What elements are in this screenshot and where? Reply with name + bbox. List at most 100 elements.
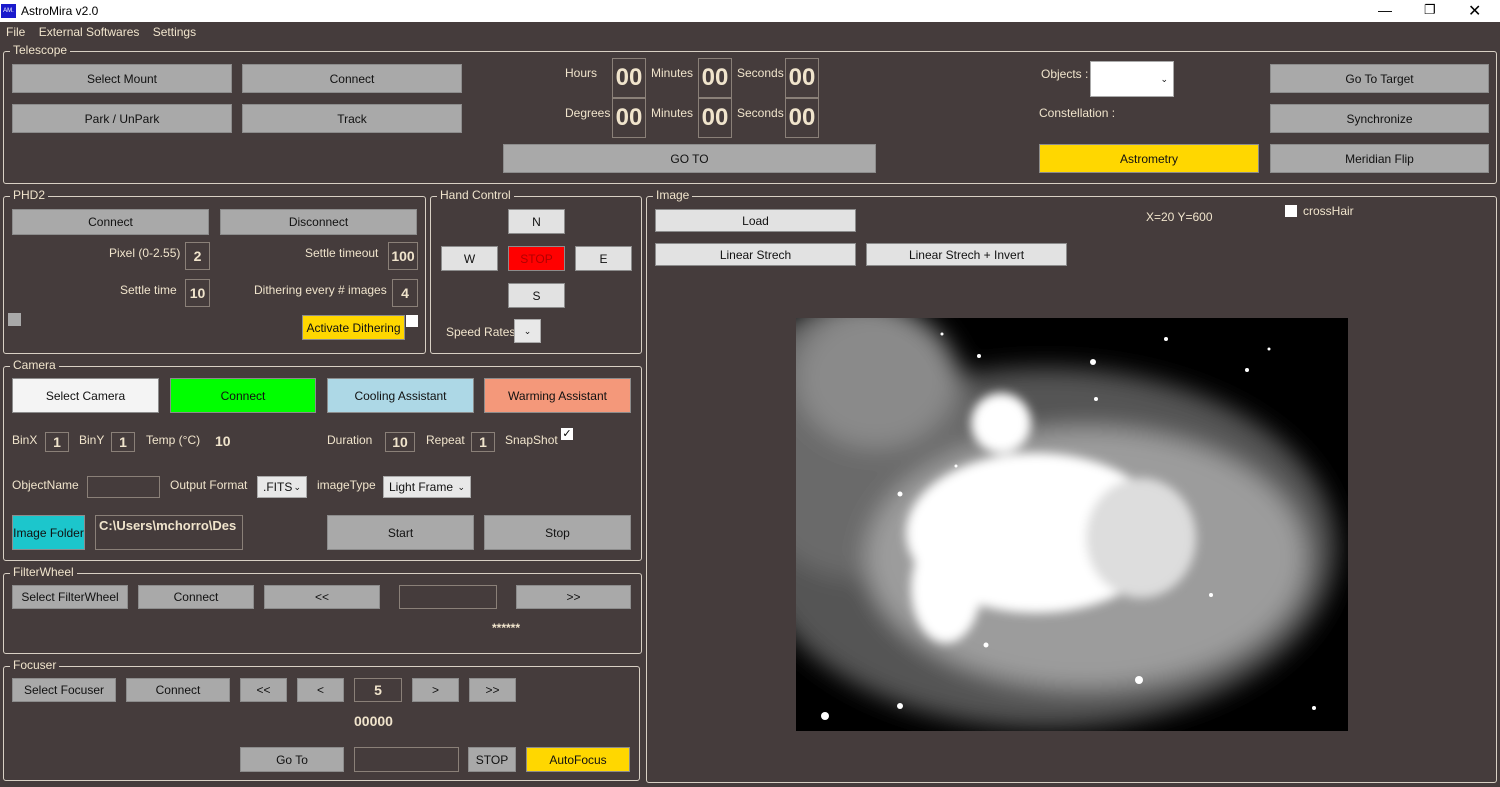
- ra-minutes[interactable]: 00: [698, 58, 732, 98]
- ra-seconds[interactable]: 00: [785, 58, 819, 98]
- binx-label: BinX: [12, 433, 38, 447]
- chevron-down-icon: ⌄: [457, 481, 465, 492]
- activate-dithering-checkbox[interactable]: [406, 315, 418, 327]
- menu-bar: File External Softwares Settings: [0, 22, 1500, 42]
- linear-stretch-invert-button[interactable]: Linear Strech + Invert: [866, 243, 1067, 266]
- image-folder-button[interactable]: Image Folder: [12, 515, 85, 550]
- phd2-connect-button[interactable]: Connect: [12, 209, 209, 235]
- image-type-value: Light Frame: [389, 480, 454, 494]
- camera-start-button[interactable]: Start: [327, 515, 474, 550]
- filterwheel-connect-button[interactable]: Connect: [138, 585, 254, 609]
- select-filterwheel-button[interactable]: Select FilterWheel: [12, 585, 128, 609]
- crosshair-label: crossHair: [1303, 204, 1354, 218]
- objects-label: Objects :: [1041, 67, 1089, 81]
- stop-button[interactable]: STOP: [508, 246, 565, 271]
- north-button[interactable]: N: [508, 209, 565, 234]
- image-folder-path: C:\Users\mchorro\Des: [95, 515, 243, 550]
- linear-stretch-button[interactable]: Linear Strech: [655, 243, 856, 266]
- ra-seconds-label: Seconds: [737, 66, 784, 80]
- filter-previous-button[interactable]: <<: [264, 585, 380, 609]
- biny-label: BinY: [79, 433, 105, 447]
- focuser-in-button[interactable]: <: [297, 678, 344, 702]
- menu-external-softwares[interactable]: External Softwares: [39, 25, 140, 39]
- chevron-down-icon: ⌄: [1160, 73, 1168, 84]
- repeat-input[interactable]: 1: [471, 432, 495, 452]
- image-type-label: imageType: [317, 478, 376, 492]
- east-button[interactable]: E: [575, 246, 632, 271]
- meridian-flip-button[interactable]: Meridian Flip: [1270, 144, 1489, 173]
- title-bar: AM. AstroMira v2.0 — ❐ ✕: [0, 0, 1500, 22]
- speed-rates-select[interactable]: ⌄: [514, 319, 541, 343]
- dec-minutes-label: Minutes: [651, 106, 694, 120]
- warming-assistant-button[interactable]: Warming Assistant: [484, 378, 631, 413]
- maximize-icon[interactable]: ❐: [1424, 2, 1436, 18]
- south-button[interactable]: S: [508, 283, 565, 308]
- settle-timeout-input[interactable]: 100: [388, 242, 418, 270]
- duration-label: Duration: [327, 433, 373, 447]
- mount-connect-button[interactable]: Connect: [242, 64, 462, 93]
- focuser-out-button[interactable]: >: [412, 678, 459, 702]
- app-logo: AM.: [1, 4, 16, 18]
- focuser-goto-button[interactable]: Go To: [240, 747, 344, 772]
- cooling-assistant-button[interactable]: Cooling Assistant: [327, 378, 474, 413]
- dec-degrees[interactable]: 00: [612, 98, 646, 138]
- astro-image[interactable]: [796, 318, 1348, 731]
- camera-title: Camera: [10, 358, 59, 372]
- dither-input[interactable]: 4: [392, 279, 418, 307]
- output-format-select[interactable]: .FITS ⌄: [257, 476, 307, 498]
- menu-file[interactable]: File: [6, 25, 25, 39]
- focuser-fast-in-button[interactable]: <<: [240, 678, 287, 702]
- degrees-label: Degrees: [565, 106, 611, 120]
- dec-minutes[interactable]: 00: [698, 98, 732, 138]
- filter-name-input[interactable]: [399, 585, 497, 609]
- crosshair-checkbox[interactable]: [1285, 205, 1297, 217]
- focuser-target-input[interactable]: [354, 747, 459, 772]
- binx-input[interactable]: 1: [45, 432, 69, 452]
- focuser-step-input[interactable]: 5: [354, 678, 402, 702]
- park-button[interactable]: Park / UnPark: [12, 104, 232, 133]
- select-mount-button[interactable]: Select Mount: [12, 64, 232, 93]
- select-focuser-button[interactable]: Select Focuser: [12, 678, 116, 702]
- dec-seconds[interactable]: 00: [785, 98, 819, 138]
- speed-rates-label: Speed Rates: [446, 325, 516, 339]
- object-name-input[interactable]: [87, 476, 160, 498]
- track-button[interactable]: Track: [242, 104, 462, 133]
- close-icon[interactable]: ✕: [1468, 1, 1481, 21]
- ra-hours[interactable]: 00: [612, 58, 646, 98]
- goto-button[interactable]: GO TO: [503, 144, 876, 173]
- focuser-stop-button[interactable]: STOP: [468, 747, 516, 772]
- minimize-icon[interactable]: —: [1378, 2, 1392, 18]
- synchronize-button[interactable]: Synchronize: [1270, 104, 1489, 133]
- autofocus-button[interactable]: AutoFocus: [526, 747, 630, 772]
- settle-time-label: Settle time: [120, 283, 177, 297]
- hours-label: Hours: [565, 66, 598, 80]
- filterwheel-title: FilterWheel: [10, 565, 77, 579]
- snapshot-checkbox[interactable]: ✓: [561, 428, 573, 440]
- select-camera-button[interactable]: Select Camera: [12, 378, 159, 413]
- camera-connect-button[interactable]: Connect: [170, 378, 316, 413]
- go-to-target-button[interactable]: Go To Target: [1270, 64, 1489, 93]
- focuser-position: 00000: [354, 713, 393, 729]
- phd2-disconnect-button[interactable]: Disconnect: [220, 209, 417, 235]
- pixel-input[interactable]: 2: [185, 242, 210, 270]
- biny-input[interactable]: 1: [111, 432, 135, 452]
- astrometry-button[interactable]: Astrometry: [1039, 144, 1259, 173]
- temp-label: Temp (°C): [146, 433, 201, 447]
- constellation-label: Constellation :: [1039, 106, 1116, 120]
- menu-settings[interactable]: Settings: [153, 25, 196, 39]
- settle-timeout-label: Settle timeout: [305, 246, 379, 260]
- dec-seconds-label: Seconds: [737, 106, 784, 120]
- camera-stop-button[interactable]: Stop: [484, 515, 631, 550]
- west-button[interactable]: W: [441, 246, 498, 271]
- image-type-select[interactable]: Light Frame ⌄: [383, 476, 471, 498]
- focuser-title: Focuser: [10, 658, 60, 672]
- activate-dithering-button[interactable]: Activate Dithering: [302, 315, 405, 340]
- focuser-fast-out-button[interactable]: >>: [469, 678, 516, 702]
- settle-time-input[interactable]: 10: [185, 279, 210, 307]
- pixel-label: Pixel (0-2.55): [109, 246, 181, 260]
- focuser-connect-button[interactable]: Connect: [126, 678, 230, 702]
- filter-next-button[interactable]: >>: [516, 585, 631, 609]
- load-button[interactable]: Load: [655, 209, 856, 232]
- duration-input[interactable]: 10: [385, 432, 415, 452]
- objects-select[interactable]: ⌄: [1090, 61, 1174, 97]
